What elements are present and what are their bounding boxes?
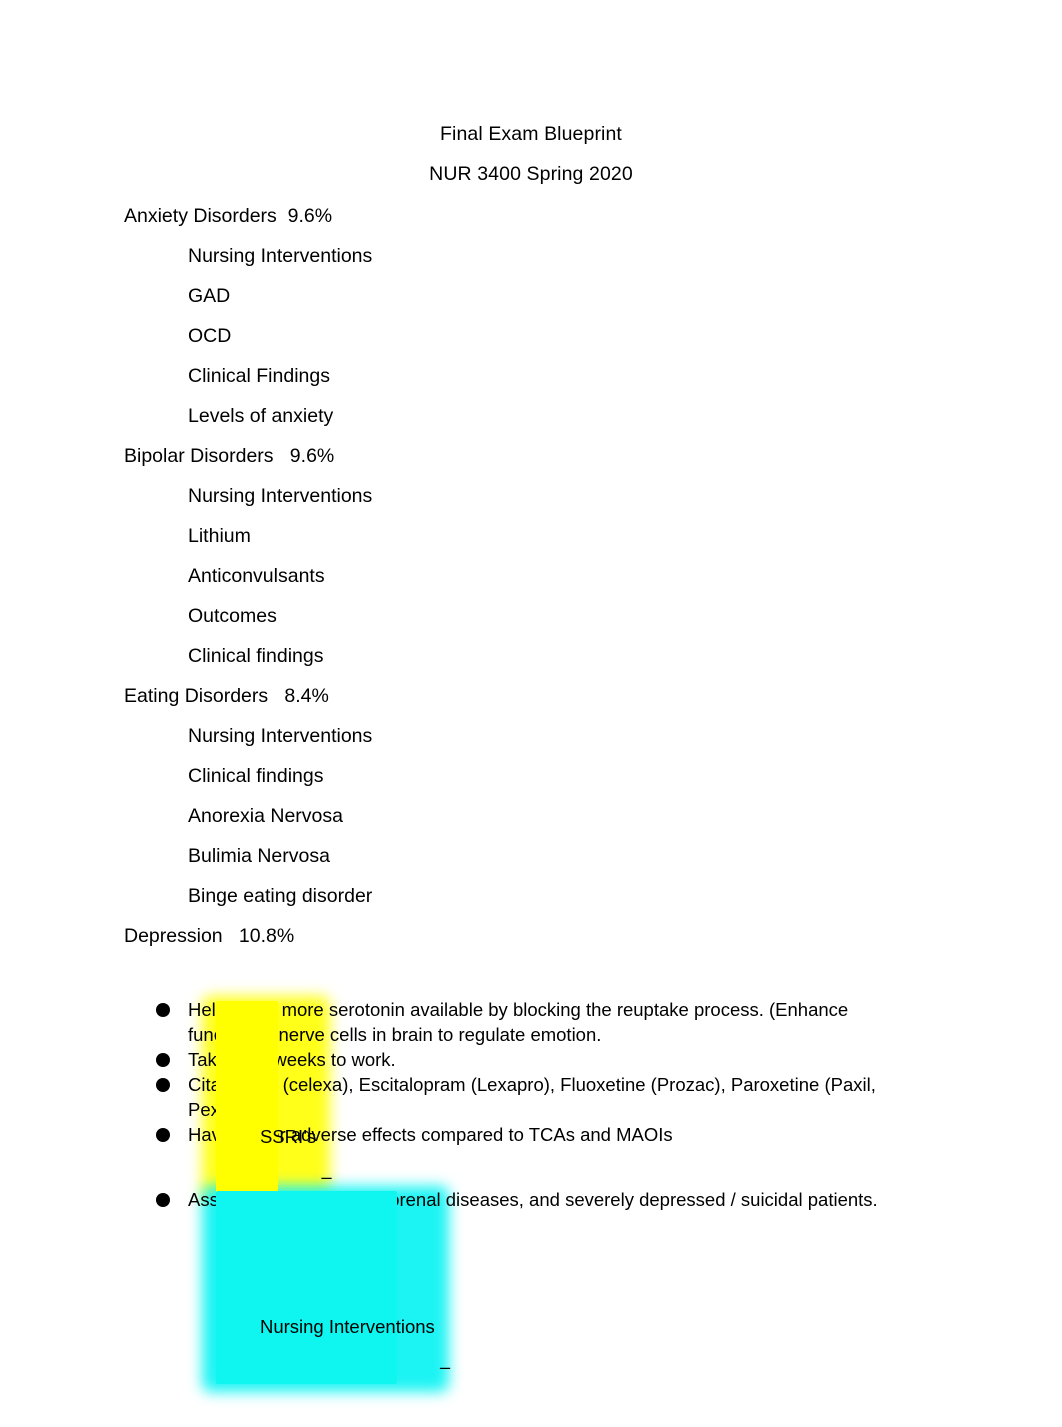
outline-subtopic: Lithium (188, 525, 251, 547)
outline-subtopic: Clinical findings (188, 765, 324, 787)
outline-subtopic: Nursing Interventions (188, 725, 373, 747)
document-title: Final Exam Blueprint (440, 123, 622, 145)
highlight-core (215, 1001, 278, 1194)
outline-subtopic: Outcomes (188, 605, 277, 627)
bullet-item: Assess for allergy, hepatorenal diseases… (0, 1187, 1062, 1212)
bullet-dot-icon (156, 1003, 170, 1017)
ssri-dash: – (316, 1166, 332, 1187)
bullet-dot-icon (156, 1128, 170, 1142)
highlight-core (215, 1191, 397, 1384)
ssri-label: SSRI’s (259, 1126, 317, 1147)
outline-subtopic: OCD (188, 325, 232, 347)
outline-subtopic: Clinical findings (188, 645, 324, 667)
bullet-item: Takes 4-6 weeks to work. (0, 1047, 1062, 1072)
nursing-interventions-heading: Nursing Interventions – (0, 1147, 1062, 1392)
outline-subtopic: Bulimia Nervosa (188, 845, 330, 867)
ssri-bullet-list: Help make more serotonin available by bl… (0, 997, 1062, 1147)
document-subtitle: NUR 3400 Spring 2020 (429, 163, 633, 185)
nursing-interventions-label: Nursing Interventions (259, 1316, 435, 1337)
outline-subtopic: Nursing Interventions (188, 485, 373, 507)
outline-subtopic: Nursing Interventions (188, 245, 373, 267)
depression-detail-block: SSRI’s – Help make more serotonin availa… (0, 957, 1062, 1392)
outline-subtopic: Clinical Findings (188, 365, 330, 387)
bullet-text: Takes 4-6 weeks to work. (188, 1049, 396, 1070)
blueprint-outline: Anxiety Disorders 9.6% Nursing Interventi… (0, 196, 1062, 956)
bullet-text: Help make more serotonin available by bl… (188, 999, 849, 1045)
bullet-dot-icon (156, 1053, 170, 1067)
outline-subtopic: Binge eating disorder (188, 885, 373, 907)
bullet-item: Help make more serotonin available by bl… (0, 997, 1062, 1047)
bullet-text: Citalopram (celexa), Escitalopram (Lexap… (188, 1074, 876, 1120)
outline-topic: Depression 10.8% (124, 925, 295, 947)
outline-subtopic: Levels of anxiety (188, 405, 334, 427)
nursing-highlight-wrap: Nursing Interventions (201, 1186, 449, 1392)
bullet-item: Have lesser adverse effects compared to … (0, 1122, 1062, 1147)
outline-topic: Anxiety Disorders 9.6% (124, 205, 333, 227)
outline-topic: Eating Disorders 8.4% (124, 685, 329, 707)
bullet-dot-icon (156, 1078, 170, 1092)
outline-subtopic: GAD (188, 285, 231, 307)
nursing-dash: – (434, 1356, 451, 1377)
bullet-dot-icon (156, 1193, 170, 1207)
outline-subtopic: Anticonvulsants (188, 565, 325, 587)
outline-topic: Bipolar Disorders 9.6% (124, 445, 335, 467)
nursing-bullet-list: Assess for allergy, hepatorenal diseases… (0, 1187, 1062, 1212)
bullet-item: Citalopram (celexa), Escitalopram (Lexap… (0, 1072, 1062, 1122)
document-page: Final Exam Blueprint NUR 3400 Spring 202… (0, 0, 1062, 1392)
ssri-heading: SSRI’s – (0, 957, 1062, 1202)
outline-subtopic: Anorexia Nervosa (188, 805, 343, 827)
